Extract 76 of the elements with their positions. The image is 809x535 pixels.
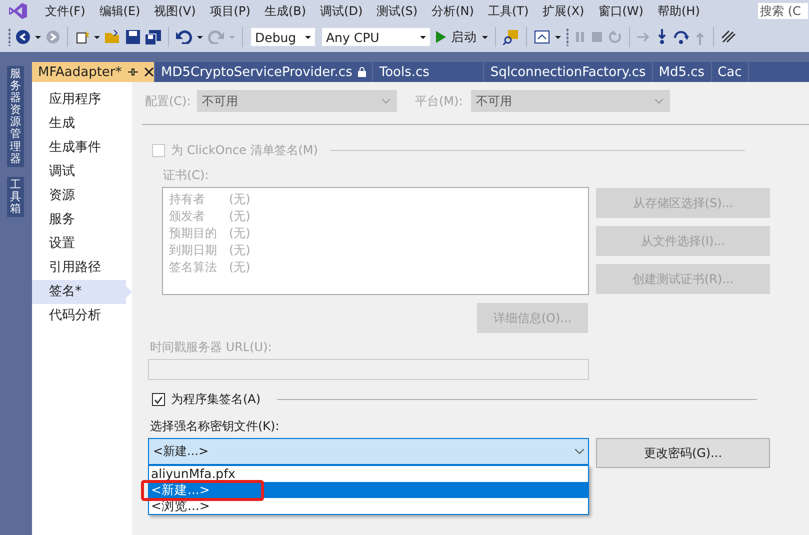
caret-icon[interactable] — [305, 36, 311, 38]
configuration-dropdown[interactable]: Debug — [250, 27, 316, 47]
field-label: 平台(M): — [415, 92, 464, 110]
side-tab[interactable]: 服务器资源管理器 — [7, 66, 24, 167]
pin-icon[interactable] — [128, 67, 138, 77]
menu-item[interactable]: 分析(N) — [424, 1, 481, 21]
nav-item[interactable]: 服务 — [32, 208, 132, 232]
key-file-dropdown[interactable]: <新建...> — [148, 438, 589, 465]
browser-icon[interactable] — [534, 30, 550, 44]
side-tab[interactable]: 工具箱 — [7, 176, 24, 218]
checkbox-label: 为 ClickOnce 清单签名(M) — [171, 142, 318, 159]
field-name: 到期日期 — [169, 242, 218, 259]
checkbox-label: 为程序集签名(A) — [171, 391, 261, 408]
menu-item[interactable]: 工具(T) — [480, 1, 536, 21]
save-all-icon[interactable] — [145, 30, 161, 44]
field-label: 时间戳服务器 URL(U): — [150, 339, 273, 356]
nav-item[interactable]: 设置 — [32, 232, 132, 256]
menu-item[interactable]: 文件(F) — [38, 1, 92, 21]
field-name: 预期目的 — [169, 225, 218, 242]
logo-icon[interactable] — [8, 1, 28, 21]
menu-item[interactable]: 视图(V) — [147, 1, 203, 21]
field-name: 颁发者 — [169, 208, 206, 225]
play-icon[interactable] — [436, 31, 446, 43]
start-button[interactable]: 启动 — [436, 28, 488, 46]
hatch-icon[interactable] — [721, 30, 737, 44]
field-value: (无) — [229, 191, 250, 208]
menu-item[interactable]: 编辑(E) — [92, 1, 148, 21]
caret-icon[interactable] — [555, 36, 561, 38]
caret-icon[interactable] — [420, 36, 426, 38]
caret-icon[interactable] — [94, 36, 100, 38]
menu-item[interactable]: 项目(P) — [202, 1, 258, 21]
menu-item[interactable]: 生成(B) — [257, 1, 314, 21]
menu-item[interactable]: 扩展(X) — [536, 1, 592, 21]
chevron-icon[interactable] — [575, 449, 584, 454]
find-icon[interactable] — [503, 29, 519, 45]
field-value: (无) — [229, 208, 250, 225]
field-label: 配置(C): — [145, 92, 192, 110]
new-item-icon[interactable] — [75, 30, 89, 44]
caret-icon[interactable] — [482, 36, 488, 38]
field-value: (无) — [229, 225, 250, 242]
field-label: 选择强名称密钥文件(K): — [150, 418, 280, 435]
open-folder-icon[interactable] — [105, 30, 121, 44]
field-name: 签名算法 — [169, 259, 218, 276]
field-value: (无) — [229, 242, 250, 259]
section-label: 证书(C): — [163, 167, 210, 184]
nav-item[interactable]: 调试 — [32, 160, 132, 184]
platform-dropdown[interactable]: Any CPU — [321, 27, 431, 47]
undo-icon[interactable] — [176, 30, 192, 44]
back-icon[interactable] — [16, 30, 30, 44]
step-over-icon[interactable] — [673, 30, 689, 44]
close-icon[interactable] — [144, 67, 154, 77]
step-into-icon[interactable] — [656, 29, 668, 45]
document-tab[interactable]: MFAadapter* — [32, 62, 155, 82]
restart-icon[interactable] — [608, 30, 622, 44]
dropdown-option[interactable]: <新建...> — [149, 482, 588, 498]
save-icon[interactable] — [126, 30, 140, 44]
dropdown-option[interactable]: aliyunMfa.pfx — [149, 466, 588, 482]
menu-item[interactable]: 窗口(W) — [591, 1, 650, 21]
menu-item[interactable]: 测试(S) — [370, 1, 425, 21]
menu-item[interactable]: 调试(D) — [313, 1, 370, 21]
change-password-button[interactable]: 更改密码(G)... — [596, 438, 770, 468]
search-field[interactable]: 搜索 (C — [757, 2, 809, 20]
nav-item[interactable]: 生成事件 — [32, 136, 132, 160]
checkbox[interactable] — [152, 393, 165, 406]
lock-icon[interactable] — [358, 67, 366, 77]
nav-item[interactable]: 代码分析 — [32, 304, 132, 328]
caret-icon[interactable] — [35, 36, 41, 38]
caret-icon[interactable] — [197, 36, 203, 38]
nav-item[interactable]: 资源 — [32, 184, 132, 208]
field-value: (无) — [229, 259, 250, 276]
nav-item[interactable]: 引用路径 — [32, 256, 132, 280]
menu-item[interactable]: 帮助(H) — [650, 1, 707, 21]
nav-item[interactable]: 应用程序 — [32, 88, 132, 112]
nav-item[interactable]: 生成 — [32, 112, 132, 136]
field-name: 持有者 — [169, 191, 206, 208]
nav-item[interactable]: 签名* — [32, 280, 132, 304]
